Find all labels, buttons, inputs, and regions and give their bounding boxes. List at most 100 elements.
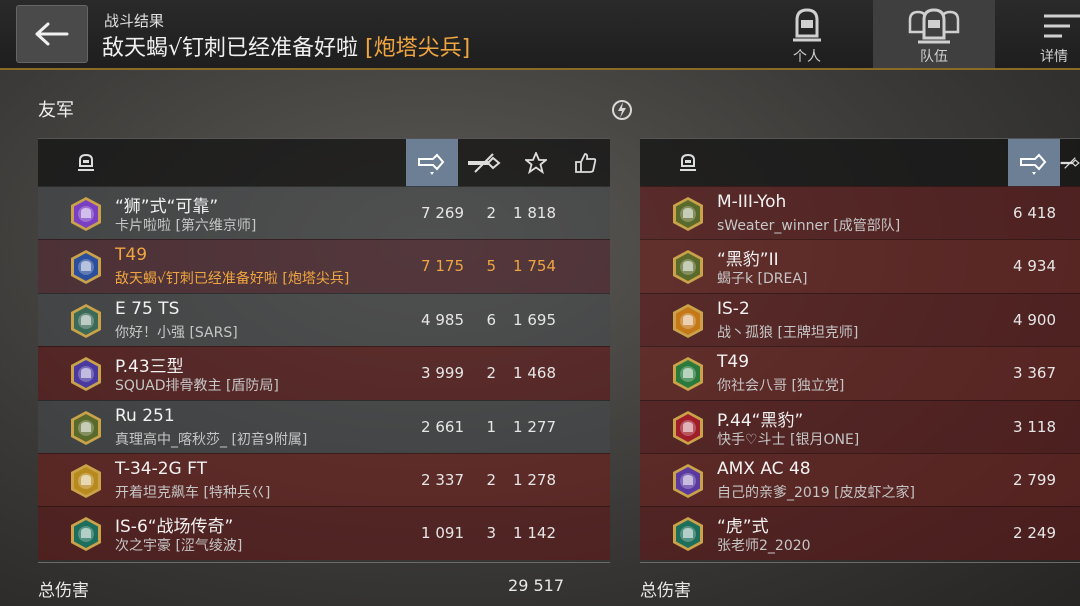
sort-likes-button[interactable] xyxy=(560,139,612,187)
mastery-badge-icon xyxy=(68,356,104,392)
tab-personal[interactable]: 个人 xyxy=(746,0,868,68)
mastery-badge-icon xyxy=(68,463,104,499)
damage-icon xyxy=(1020,153,1047,175)
allies-table: “狮”式“可靠” 卡片啦啦 [第六维京师] 7 269 2 1 818 T49 敌天蝎√钉刺… xyxy=(38,138,610,560)
details-menu-icon xyxy=(1044,14,1080,38)
player-name: 战丶孤狼 [王牌坦克师] xyxy=(717,324,859,341)
player-name: 卡片啦啦 [第六维京师] xyxy=(115,218,257,234)
mastery-badge-icon xyxy=(670,303,706,339)
damage-icon xyxy=(418,153,445,175)
enemies-row[interactable]: “虎”式 张老师2_2020 2 249 xyxy=(640,506,1080,560)
sort-score-button[interactable] xyxy=(510,139,562,187)
vehicle-name: T-34-2G FT xyxy=(115,458,207,479)
mastery-badge-icon xyxy=(670,249,706,285)
sort-kills-button[interactable] xyxy=(1060,139,1080,187)
vehicle-name: E 75 TS xyxy=(115,298,180,319)
player-name: 张老师2_2020 xyxy=(717,538,811,555)
mastery-badge-icon xyxy=(68,249,104,285)
kills-icon xyxy=(468,153,501,173)
vehicle-name: “虎”式 xyxy=(717,517,769,538)
damage-value: 4 985 xyxy=(421,310,464,329)
enemies-rows: M-III-Yoh sWeater_winner [成管部队] 6 418 “黑豹”I… xyxy=(640,186,1080,560)
allies-row[interactable]: IS-6“战场传奇” 次之宇豪 [涩气绫波] 1 091 3 1 142 xyxy=(38,506,610,560)
screen-subtitle: 战斗结果 xyxy=(104,12,165,30)
vehicle-name: P.43三型 xyxy=(115,357,184,378)
vehicle-name: IS-2 xyxy=(717,298,750,319)
vehicle-name: T49 xyxy=(717,352,750,373)
vehicle-name: T49 xyxy=(115,245,148,266)
player-name: 蝎子k [DREA] xyxy=(717,271,808,288)
kills-icon xyxy=(1060,157,1080,169)
damage-value: 4 900 xyxy=(1013,310,1056,329)
mastery-badge-icon xyxy=(68,303,104,339)
mastery-badge-icon xyxy=(68,516,104,552)
mastery-badge-icon xyxy=(670,356,706,392)
allies-row[interactable]: E 75 TS 你好！小强 [SARS] 4 985 6 1 695 xyxy=(38,292,610,347)
player-name: 开着坦克飙车 [特种兵巜] xyxy=(115,484,271,501)
enemies-row[interactable]: P.44“黑豹” 快手♡斗士 [银月ONE] 3 118 xyxy=(640,399,1080,453)
damage-value: 2 799 xyxy=(1013,470,1056,489)
tab-team-label: 队伍 xyxy=(920,49,948,65)
vehicle-name: Ru 251 xyxy=(115,405,175,426)
allies-title: 友军 xyxy=(38,100,74,121)
enemies-row[interactable]: IS-2 战丶孤狼 [王牌坦克师] 4 900 xyxy=(640,292,1080,347)
allies-table-header xyxy=(38,138,612,187)
sort-kills-button[interactable] xyxy=(458,139,510,187)
player-name: 你社会八哥 [独立党] xyxy=(717,378,845,395)
allies-row[interactable]: T49 敌天蝎√钉刺已经准备好啦 [炮塔尖兵] 7 175 5 1 754 xyxy=(38,239,610,293)
damage-value: 4 934 xyxy=(1013,257,1056,276)
tab-team[interactable]: 队伍 xyxy=(873,0,995,68)
mastery-badge-icon xyxy=(68,196,104,232)
enemies-total-label: 总伤害 xyxy=(640,581,691,601)
score-value: 1 468 xyxy=(513,364,556,383)
score-value: 1 695 xyxy=(513,310,556,329)
enemies-row[interactable]: T49 你社会八哥 [独立党] 3 367 xyxy=(640,346,1080,400)
enemies-row[interactable]: AMX AC 48 自己的亲爹_2019 [皮皮虾之家] 2 799 xyxy=(640,452,1080,507)
back-arrow-icon xyxy=(35,22,69,46)
like-icon xyxy=(575,153,597,173)
clan-tag: [炮塔尖兵] xyxy=(365,36,471,61)
damage-value: 7 269 xyxy=(421,204,464,222)
top-bar: 战斗结果 敌天蝎√钉刺已经准备好啦 [炮塔尖兵] 个人 队伍 详情 xyxy=(0,0,1080,70)
damage-value: 3 118 xyxy=(1013,417,1056,436)
allies-row[interactable]: P.43三型 SQUAD排骨教主 [盾防局] 3 999 2 1 468 xyxy=(38,346,610,400)
allies-row[interactable]: “狮”式“可靠” 卡片啦啦 [第六维京师] 7 269 2 1 818 xyxy=(38,186,610,240)
damage-value: 7 175 xyxy=(421,257,464,276)
enemies-row[interactable]: “黑豹”II 蝎子k [DREA] 4 934 xyxy=(640,239,1080,293)
tab-personal-label: 个人 xyxy=(793,49,821,65)
personal-helmet-icon xyxy=(793,8,821,42)
score-value: 1 818 xyxy=(513,204,556,222)
vehicle-name: “黑豹”II xyxy=(717,250,779,271)
tab-details[interactable]: 详情 xyxy=(1000,0,1080,68)
damage-value: 3 367 xyxy=(1013,364,1056,383)
player-name: 快手♡斗士 [银月ONE] xyxy=(717,431,860,448)
allies-row[interactable]: T-34-2G FT 开着坦克飙车 [特种兵巜] 2 337 2 1 278 xyxy=(38,452,610,507)
damage-value: 1 091 xyxy=(421,524,464,543)
score-value: 1 277 xyxy=(513,417,556,436)
tank-icon xyxy=(662,139,714,187)
player-name: 你好！小强 [SARS] xyxy=(115,324,238,341)
battle-type-bolt-icon xyxy=(612,98,632,126)
score-value: 1 278 xyxy=(513,470,556,489)
allies-footer-divider xyxy=(38,562,610,563)
mastery-badge-icon xyxy=(670,196,706,232)
vehicle-name: P.44“黑豹” xyxy=(717,410,804,431)
enemies-row[interactable]: M-III-Yoh sWeater_winner [成管部队] 6 418 xyxy=(640,186,1080,240)
sort-damage-button[interactable] xyxy=(1008,139,1060,187)
player-name: 自己的亲爹_2019 [皮皮虾之家] xyxy=(717,484,916,501)
player-name: SQUAD排骨教主 [盾防局] xyxy=(115,378,279,395)
damage-value: 2 337 xyxy=(421,470,464,489)
allies-row[interactable]: Ru 251 真理高中_喀秋莎_ [初音9附属] 2 661 1 1 277 xyxy=(38,399,610,453)
sort-damage-button[interactable] xyxy=(406,139,458,187)
tab-details-label: 详情 xyxy=(1040,49,1068,65)
allies-total-label: 总伤害 xyxy=(38,581,89,601)
player-name: 次之宇豪 [涩气绫波] xyxy=(115,538,243,555)
back-button[interactable] xyxy=(16,5,88,63)
screen-title: 敌天蝎√钉刺已经准备好啦 [炮塔尖兵] xyxy=(102,30,470,62)
enemies-table: M-III-Yoh sWeater_winner [成管部队] 6 418 “黑豹”I… xyxy=(640,138,1080,560)
damage-value: 6 418 xyxy=(1013,204,1056,222)
team-helmets-icon xyxy=(908,8,960,44)
enemies-table-header xyxy=(640,138,1080,187)
score-value: 1 754 xyxy=(513,257,556,276)
damage-value: 2 661 xyxy=(421,417,464,436)
